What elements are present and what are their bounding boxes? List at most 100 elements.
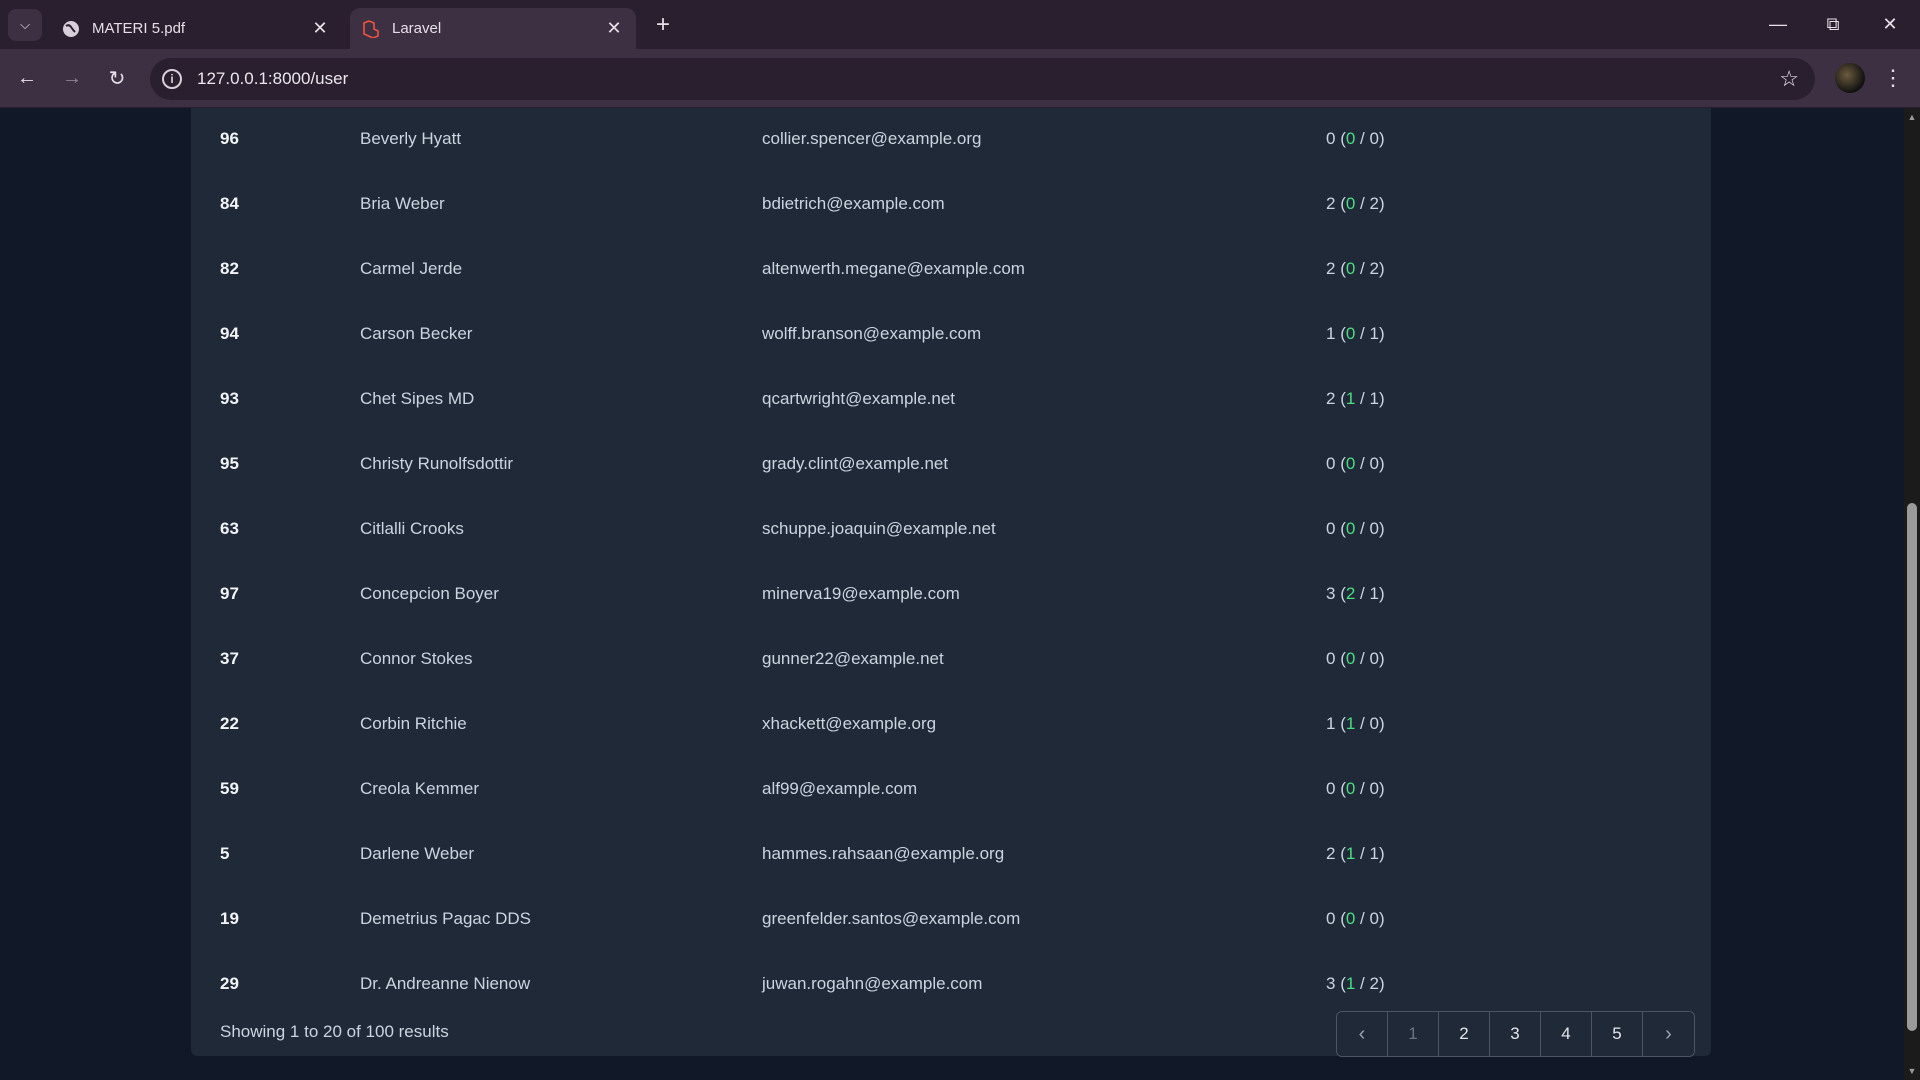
restore-icon: ⧉ [1826,13,1840,34]
user-email: alf99@example.com [762,779,918,798]
count-total: 3 [1326,584,1336,603]
user-count: 2 (0 / 2) [1326,259,1385,278]
scroll-up-arrow-icon[interactable]: ▲ [1907,112,1917,122]
user-id: 82 [220,259,239,278]
back-button[interactable]: ← [10,61,44,95]
scroll-down-arrow-icon[interactable]: ▼ [1907,1066,1917,1076]
user-name: Connor Stokes [360,649,473,668]
count-total: 0 [1326,519,1336,538]
count-b: 0 [1369,129,1379,148]
minimize-icon: — [1769,13,1787,34]
user-count: 0 (0 / 0) [1326,454,1385,473]
tab-materi-pdf[interactable]: MATERI 5.pdf ✕ [50,8,342,49]
address-bar[interactable]: i 127.0.0.1:8000/user ☆ [150,58,1815,100]
count-a: 1 [1345,389,1356,408]
table-row: 59 Creola Kemmer alf99@example.com 0 (0 / 0… [191,758,1711,823]
user-email: altenwerth.megane@example.com [762,259,1025,278]
user-id: 37 [220,649,239,668]
count-a: 1 [1345,974,1356,993]
profile-avatar[interactable] [1835,63,1865,93]
user-email: collier.spencer@example.org [762,129,982,148]
user-name: Corbin Ritchie [360,714,467,733]
table-row: 97 Concepcion Boyer minerva19@example.com 3… [191,563,1711,628]
user-email: wolff.branson@example.com [762,324,982,343]
page-5-button[interactable]: 5 [1592,1012,1643,1056]
reload-button[interactable]: ↻ [100,61,134,95]
count-total: 0 [1326,779,1336,798]
count-b: 0 [1369,649,1379,668]
user-email: xhackett@example.org [762,714,937,733]
user-count: 2 (1 / 1) [1326,389,1385,408]
user-id: 96 [220,129,239,148]
menu-button[interactable]: ⋮ [1880,63,1906,93]
close-icon: ✕ [1882,13,1898,34]
page-2-button[interactable]: 2 [1439,1012,1490,1056]
table-row: 95 Christy Runolfsdottir grady.clint@examp… [191,433,1711,498]
chevron-down-icon: ⌵ [20,17,30,32]
plus-icon: + [655,11,670,38]
count-total: 2 [1326,844,1336,863]
user-count: 2 (1 / 1) [1326,844,1385,863]
user-count: 0 (0 / 0) [1326,129,1385,148]
user-email: qcartwright@example.net [762,389,956,408]
count-b: 1 [1369,844,1379,863]
scrollbar-thumb[interactable] [1907,503,1917,1031]
count-a: 1 [1345,844,1356,863]
site-info-icon[interactable]: i [162,69,182,89]
table-row: 82 Carmel Jerde altenwerth.megane@example.… [191,238,1711,303]
user-id: 63 [220,519,239,538]
chevron-left-icon: ‹ [1358,1022,1366,1045]
close-window-button[interactable]: ✕ [1870,8,1910,40]
count-total: 0 [1326,129,1336,148]
count-b: 0 [1369,519,1379,538]
count-a: 0 [1345,909,1356,928]
tab-title: Laravel [392,20,442,37]
user-email: grady.clint@example.net [762,454,949,473]
minimize-button[interactable]: — [1758,8,1798,40]
count-b: 0 [1369,454,1379,473]
page-scrollbar[interactable]: ▲ ▼ [1904,108,1920,1080]
laravel-icon [362,19,380,38]
user-email: gunner22@example.net [762,649,944,668]
user-email: greenfelder.santos@example.com [762,909,1021,928]
user-id: 93 [220,389,239,408]
user-id: 84 [220,194,239,213]
count-a: 0 [1345,194,1356,213]
user-name: Christy Runolfsdottir [360,454,514,473]
table-row: 63 Citlalli Crooks schuppe.joaquin@example… [191,498,1711,563]
count-total: 3 [1326,974,1336,993]
user-name: Dr. Andreanne Nienow [360,974,531,993]
table-row: 96 Beverly Hyatt collier.spencer@example.o… [191,108,1711,173]
close-icon[interactable]: ✕ [310,18,330,39]
tab-laravel[interactable]: Laravel ✕ [350,8,636,49]
user-id: 59 [220,779,239,798]
user-id: 97 [220,584,239,603]
page-3-button[interactable]: 3 [1490,1012,1541,1056]
count-b: 1 [1369,389,1379,408]
forward-button[interactable]: → [55,61,89,95]
pagination-summary: Showing 1 to 20 of 100 results [220,1022,449,1041]
tab-search-button[interactable]: ⌵ [8,9,42,41]
user-name: Citlalli Crooks [360,519,464,538]
previous-page-button[interactable]: ‹ [1337,1012,1388,1056]
user-name: Carmel Jerde [360,259,463,278]
restore-button[interactable]: ⧉ [1813,8,1853,40]
close-icon[interactable]: ✕ [604,18,624,39]
chevron-right-icon: › [1665,1022,1672,1045]
user-count: 1 (1 / 0) [1326,714,1385,733]
user-email: juwan.rogahn@example.com [762,974,983,993]
page-1-button[interactable]: 1 [1388,1012,1439,1056]
count-a: 0 [1345,649,1356,668]
arrow-left-icon: ← [17,66,37,89]
count-total: 0 [1326,649,1336,668]
next-page-button[interactable]: › [1643,1012,1694,1056]
page-4-button[interactable]: 4 [1541,1012,1592,1056]
url-text[interactable]: 127.0.0.1:8000/user [197,69,348,89]
table-row: 22 Corbin Ritchie xhackett@example.org 1 (1… [191,693,1711,758]
user-count: 0 (0 / 0) [1326,649,1385,668]
reload-icon: ↻ [108,67,126,90]
user-name: Creola Kemmer [360,779,480,798]
bookmark-star-icon[interactable]: ☆ [1779,66,1799,92]
count-a: 2 [1345,584,1356,603]
new-tab-button[interactable]: + [650,11,676,38]
